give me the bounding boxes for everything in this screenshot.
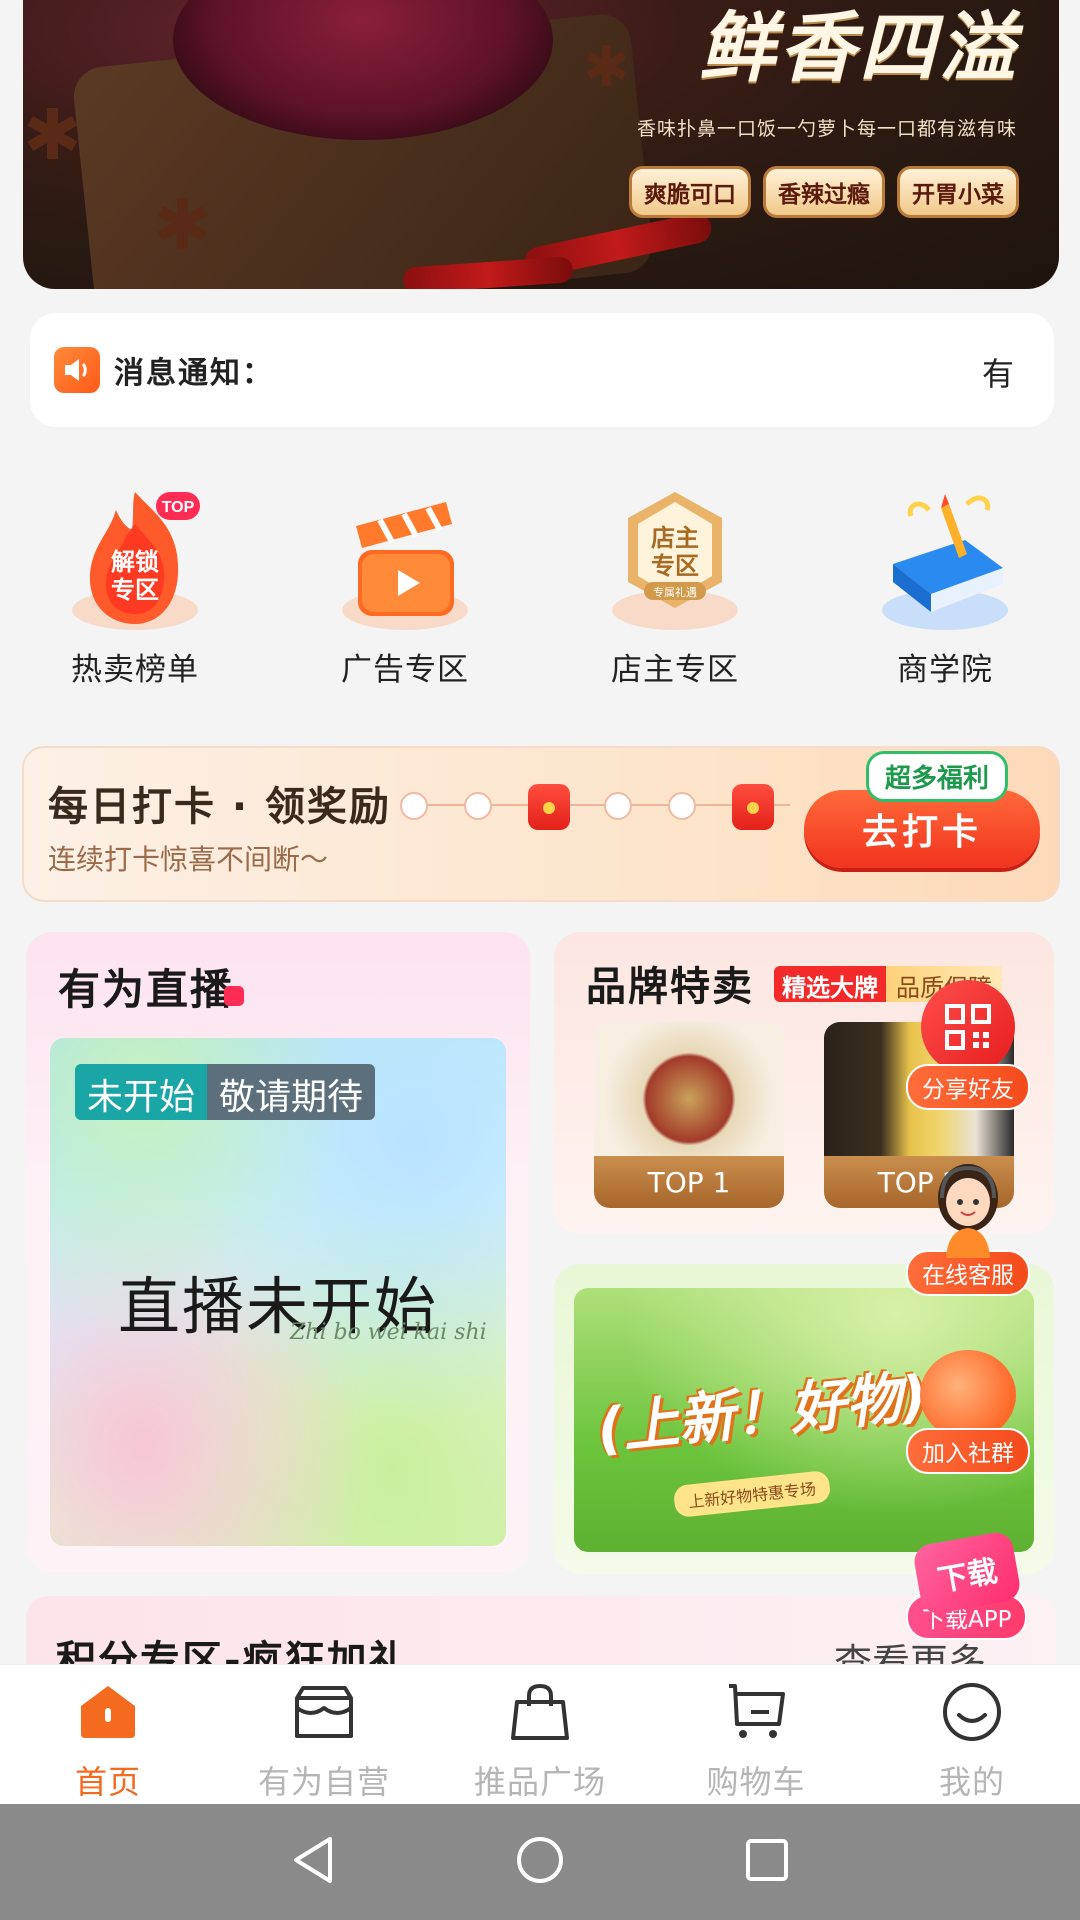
star-anise-icon: ✱	[153, 184, 212, 266]
notice-label: 消息通知：	[114, 356, 274, 391]
store-icon	[293, 1681, 355, 1743]
home-icon	[77, 1681, 139, 1743]
live-card[interactable]: 有为直播 未开始 敬请期待 直播未开始 Zhi bo wei kai shi	[26, 932, 530, 1572]
share-friends-label: 分享好友	[906, 1064, 1030, 1110]
back-icon[interactable]	[290, 1835, 336, 1889]
icon-text: 解锁	[111, 548, 159, 576]
customer-service-avatar-icon	[928, 1158, 1008, 1258]
daily-checkin-banner[interactable]: 每日打卡 · 领奖励 连续打卡惊喜不间断～ 去打卡 超多福利	[22, 746, 1060, 902]
hero-tags: 爽脆可口 香辣过瘾 开胃小菜	[629, 166, 1019, 218]
hero-subtitle: 香味扑鼻一口饭一勺萝卜每一口都有滋有味	[636, 118, 1017, 140]
product-image	[594, 1022, 784, 1162]
icon-text: 店主	[651, 524, 699, 552]
top-badge: TOP	[162, 499, 195, 516]
checkin-benefit-badge: 超多福利	[866, 751, 1009, 802]
notice-marquee-text: 有	[981, 355, 1014, 393]
progress-dot	[604, 792, 632, 820]
quick-link-hot-ranking[interactable]: TOP 解锁 专区 热卖榜单	[0, 480, 270, 689]
icon-text: 专区	[651, 552, 699, 580]
recents-icon[interactable]	[744, 1837, 790, 1887]
live-status-pill: 未开始 敬请期待	[75, 1064, 376, 1120]
page: ✱ ✱ ✱ 鲜香四溢 香味扑鼻一口饭一勺萝卜每一口都有滋有味 爽脆可口 香辣过瘾…	[0, 0, 1080, 1920]
quick-links: TOP 解锁 专区 热卖榜单 广告专区 店主 专区 专属礼遇 店主专区 商学院	[0, 480, 1080, 689]
progress-dot	[668, 792, 696, 820]
live-cover[interactable]: 未开始 敬请期待 直播未开始 Zhi bo wei kai shi	[50, 1038, 506, 1546]
shopping-bag-icon	[509, 1681, 571, 1743]
tab-product-square[interactable]: 推品广场	[432, 1665, 648, 1804]
hero-tag: 香辣过瘾	[763, 166, 885, 218]
product-rank: TOP 1	[594, 1156, 784, 1208]
fire-unlock-icon: TOP 解锁 专区	[65, 480, 205, 630]
join-group-label: 加入社群	[906, 1428, 1030, 1474]
quick-link-label: 热卖榜单	[71, 652, 199, 688]
shop-owner-badge-icon: 店主 专区 专属礼遇	[605, 480, 745, 630]
live-status-hint: 敬请期待	[207, 1064, 376, 1120]
tab-label: 推品广场	[473, 1763, 606, 1801]
quick-link-shop-owner[interactable]: 店主 专区 专属礼遇 店主专区	[540, 480, 810, 689]
live-title: 有为直播	[58, 956, 245, 1017]
clapperboard-icon	[335, 480, 475, 630]
checkin-progress	[400, 782, 800, 830]
tab-label: 购物车	[706, 1763, 806, 1801]
tab-home[interactable]: 首页	[0, 1665, 216, 1804]
new-goods-subtitle: 上新好物特惠专场	[672, 1469, 832, 1519]
quick-link-label: 店主专区	[611, 652, 739, 688]
checkin-subtitle: 连续打卡惊喜不间断～	[48, 843, 329, 876]
new-goods-title: (上新！好物)	[594, 1363, 931, 1464]
bottom-tab-bar: 首页 有为自营 推品广场 购物车 我的	[0, 1664, 1080, 1804]
progress-dot	[464, 792, 492, 820]
gift-icon	[732, 784, 774, 830]
brand-sale-title: 品牌特卖	[586, 964, 754, 1010]
quick-link-academy[interactable]: 商学院	[810, 480, 1080, 689]
quick-link-ads[interactable]: 广告专区	[270, 480, 540, 689]
home-circle-icon[interactable]	[515, 1835, 565, 1889]
live-status: 未开始	[75, 1064, 208, 1120]
speaker-icon	[54, 347, 100, 393]
tab-label: 我的	[938, 1763, 1005, 1801]
hero-tag: 开胃小菜	[897, 166, 1019, 218]
system-navigation-bar	[0, 1804, 1080, 1920]
icon-text: 专区	[111, 576, 159, 604]
star-anise-icon: ✱	[583, 35, 630, 100]
tab-cart[interactable]: 购物车	[648, 1665, 864, 1804]
progress-dot	[400, 792, 428, 820]
live-title-text: 有为直播	[58, 965, 235, 1014]
tab-label: 首页	[74, 1763, 141, 1801]
join-group-button[interactable]: 加入社群	[906, 1350, 1030, 1474]
brand-product-card[interactable]: TOP 1	[594, 1022, 784, 1208]
tab-self-operated[interactable]: 有为自营	[216, 1665, 432, 1804]
quick-link-label: 广告专区	[341, 652, 469, 688]
hero-title: 鲜香四溢	[699, 3, 1019, 92]
icon-subtext: 专属礼遇	[653, 585, 697, 599]
online-service-button[interactable]: 在线客服	[906, 1158, 1030, 1296]
smile-icon	[941, 1681, 1003, 1743]
notice-bar[interactable]: 消息通知： 有	[30, 313, 1054, 427]
gift-icon	[528, 784, 570, 830]
cart-icon	[725, 1681, 787, 1743]
megaphone-icon	[920, 1350, 1016, 1440]
star-anise-icon: ✱	[23, 94, 82, 176]
quick-link-label: 商学院	[897, 652, 993, 688]
live-cover-pinyin: Zhi bo wei kai shi	[290, 1320, 487, 1345]
tab-label: 有为自营	[257, 1763, 390, 1801]
checkin-title: 每日打卡 · 领奖励	[48, 784, 392, 830]
download-app-button[interactable]: 下载 下载APP	[906, 1529, 1028, 1640]
hero-banner[interactable]: ✱ ✱ ✱ 鲜香四溢 香味扑鼻一口饭一勺萝卜每一口都有滋有味 爽脆可口 香辣过瘾…	[23, 0, 1059, 289]
qr-code-icon	[921, 980, 1015, 1074]
hero-tag: 爽脆可口	[629, 166, 751, 218]
tab-mine[interactable]: 我的	[864, 1665, 1080, 1804]
brand-strip-primary: 精选大牌	[774, 966, 886, 1002]
live-dot-icon	[224, 986, 245, 1006]
share-friends-button[interactable]: 分享好友	[906, 980, 1030, 1110]
book-icon	[875, 480, 1015, 630]
